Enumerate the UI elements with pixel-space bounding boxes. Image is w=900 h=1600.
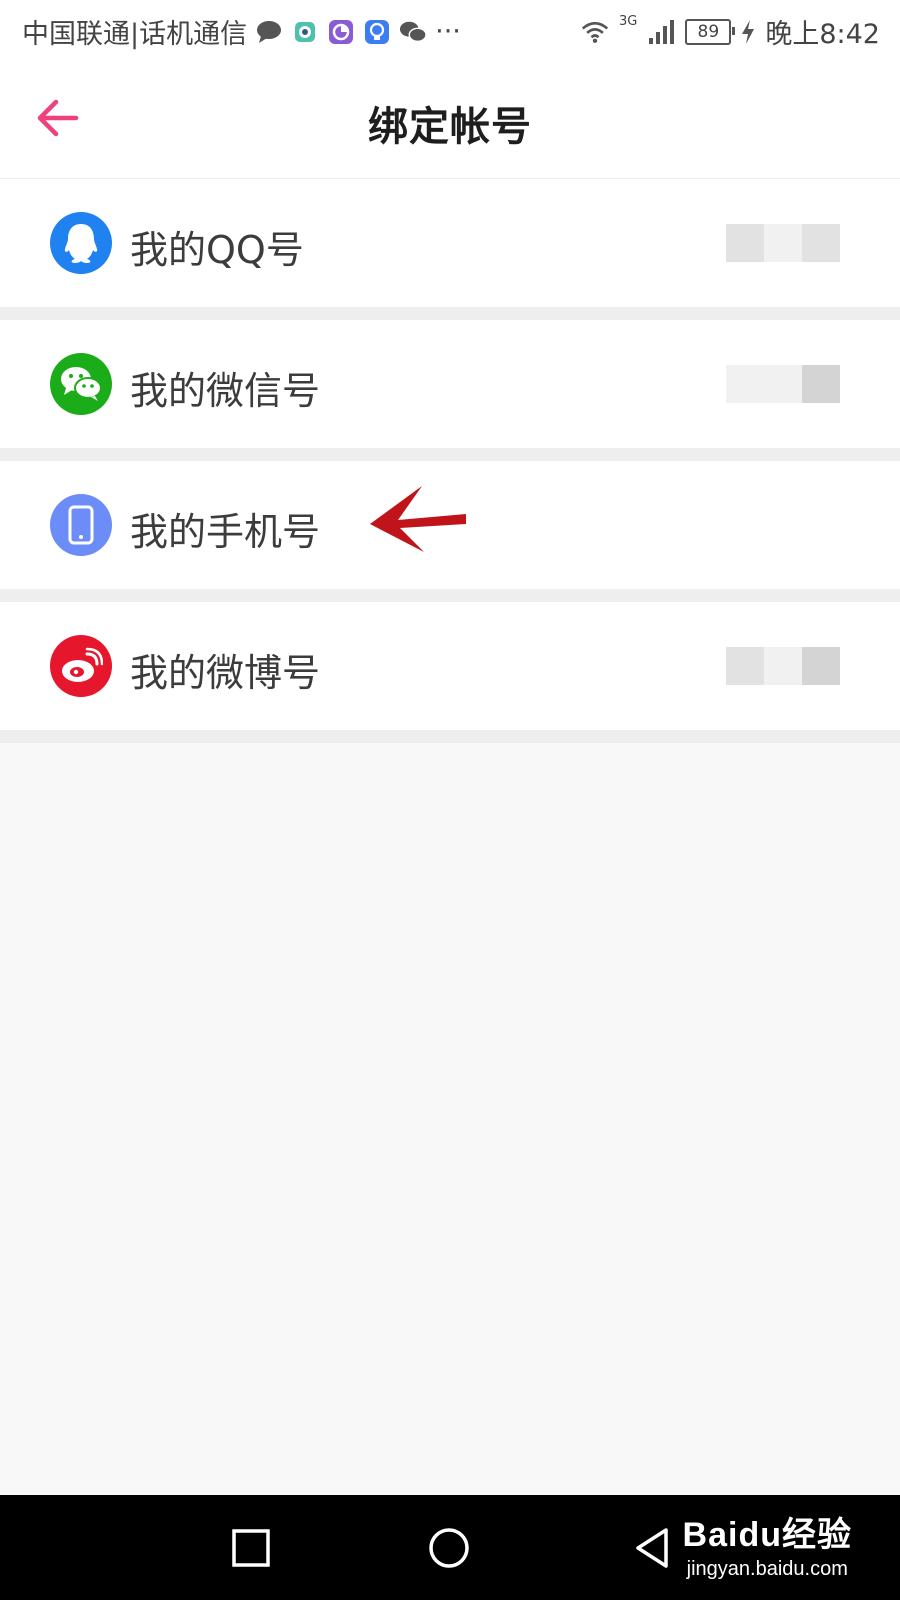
account-value-redacted (726, 224, 840, 262)
baidu-watermark: Baidu经验 jingyan.baidu.com (683, 1507, 852, 1581)
carrier-label: 中国联通|话机通信 (22, 19, 248, 50)
page-title: 绑定帐号 (368, 104, 532, 150)
chat-bubble-icon (255, 18, 283, 46)
camera-app-icon (291, 18, 319, 46)
wifi-icon (581, 18, 609, 46)
lightbulb-app-icon (363, 18, 391, 46)
recent-apps-button[interactable] (228, 1525, 274, 1571)
phone-icon (50, 494, 112, 556)
back-icon (636, 1528, 668, 1568)
weibo-icon (50, 635, 112, 697)
clock: 晚上8:42 (765, 19, 880, 50)
account-value-redacted (726, 365, 840, 403)
account-list: 我的QQ号 我的微信号 我的手机号 我的微博号 (0, 179, 900, 743)
home-icon (429, 1528, 469, 1568)
account-value-redacted (726, 647, 840, 685)
battery-indicator: 89 (685, 18, 736, 45)
account-row-wechat[interactable]: 我的微信号 (0, 320, 900, 461)
wechat-icon (50, 353, 112, 415)
status-left: 中国联通|话机通信 ··· (22, 12, 461, 51)
watermark-brand: Baidu经验 (682, 1516, 852, 1554)
account-row-weibo[interactable]: 我的微博号 (0, 602, 900, 743)
more-indicator: ··· (435, 16, 461, 47)
account-label: 我的微信号 (130, 369, 321, 413)
account-label: 我的手机号 (130, 510, 321, 554)
status-bar: 中国联通|话机通信 ··· 3G 89 晚上8:42 (0, 0, 900, 62)
red-arrow-icon (370, 486, 466, 552)
app-header: 绑定帐号 (0, 62, 900, 179)
system-nav-bar: Baidu经验 jingyan.baidu.com (0, 1495, 900, 1600)
chart-app-icon (327, 18, 355, 46)
account-row-qq[interactable]: 我的QQ号 (0, 179, 900, 320)
account-label: 我的QQ号 (130, 228, 304, 272)
account-label: 我的微博号 (130, 651, 321, 695)
status-right: 3G 89 晚上8:42 (581, 12, 880, 51)
network-type: 3G (619, 14, 638, 29)
system-back-button[interactable] (630, 1525, 676, 1571)
wechat-status-icon (399, 18, 427, 46)
charging-icon (741, 18, 755, 46)
home-button[interactable] (426, 1525, 472, 1571)
qq-icon (50, 212, 112, 274)
watermark-url: jingyan.baidu.com (686, 1558, 848, 1580)
signal-icon (647, 18, 675, 46)
recent-apps-icon (232, 1529, 270, 1567)
